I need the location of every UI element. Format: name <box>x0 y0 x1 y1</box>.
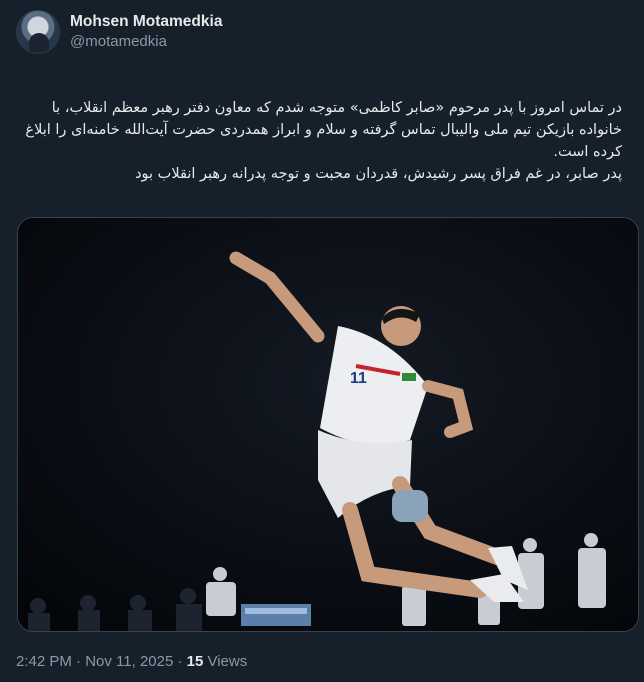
tweet-photo[interactable]: 11 <box>17 217 639 632</box>
avatar[interactable] <box>16 10 60 54</box>
author-display-name[interactable]: Mohsen Motamedkia <box>70 12 222 32</box>
tweet-paragraph: در تماس امروز با پدر مرحوم «صابر کاظمی» … <box>25 100 622 160</box>
views-label: Views <box>203 653 248 670</box>
tweet-header: Mohsen Motamedkia @motamedkia <box>16 10 222 54</box>
tweet-timestamp[interactable]: 2:42 PM · Nov 11, 2025 · <box>16 653 187 670</box>
views-count: 15 <box>186 653 204 670</box>
tweet-card: Mohsen Motamedkia @motamedkia در تماس ام… <box>0 0 644 682</box>
author-names: Mohsen Motamedkia @motamedkia <box>70 12 222 52</box>
tweet-text: در تماس امروز با پدر مرحوم «صابر کاظمی» … <box>20 97 622 185</box>
author-handle[interactable]: @motamedkia <box>70 32 222 52</box>
tweet-paragraph: پدر صابر، در غم فراق پسر رشیدش، قدردان م… <box>135 166 622 182</box>
tweet-meta: 2:42 PM · Nov 11, 2025 · 15 Views <box>16 652 247 672</box>
volleyball-player-photo: 11 <box>18 218 638 631</box>
jersey-number: 11 <box>350 370 367 387</box>
